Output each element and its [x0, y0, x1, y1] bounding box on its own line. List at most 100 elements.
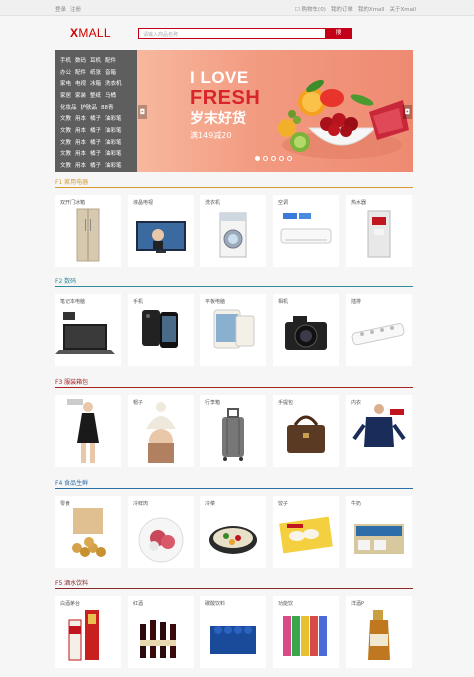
logo-rest: MALL [78, 26, 111, 40]
category-link[interactable]: 整纸 [90, 91, 101, 99]
product-card[interactable]: 双开门冰箱 [55, 195, 121, 267]
category-link[interactable]: 油彩笔 [105, 126, 122, 134]
category-link[interactable]: 配件 [105, 56, 116, 64]
product-card[interactable]: 液晶电视 [128, 195, 194, 267]
category-link[interactable]: 橘子 [90, 149, 101, 157]
product-card[interactable]: 碳酸饮料 [200, 596, 266, 668]
product-card[interactable]: 手提包 [273, 395, 339, 467]
category-row: 文教 用本 橘子 油彩笔 [60, 112, 132, 124]
product-card[interactable]: 功能饮 [273, 596, 339, 668]
category-link[interactable]: 护肤品 [81, 103, 98, 111]
banner-next-button[interactable]: ◘ [403, 105, 412, 119]
floor-title: F2 数码 [55, 278, 77, 285]
category-link[interactable]: 用本 [75, 138, 86, 146]
product-card[interactable] [55, 395, 121, 467]
product-card[interactable]: 冷鲜肉 [128, 496, 194, 568]
product-card[interactable]: 红酒 [128, 596, 194, 668]
product-card[interactable]: 白酒茅台 [55, 596, 121, 668]
category-link[interactable]: 用本 [75, 114, 86, 122]
product-name: 功能饮 [278, 601, 294, 607]
category-link[interactable]: 文教 [60, 126, 71, 134]
category-link[interactable]: 办公 [60, 68, 71, 76]
product-card[interactable]: 饺子 [273, 496, 339, 568]
my-xmall-link[interactable]: 我的Xmall [358, 5, 385, 13]
product-card[interactable]: 手机 [128, 294, 194, 366]
product-card[interactable]: 空调 [273, 195, 339, 267]
category-link[interactable]: 化妆品 [60, 103, 77, 111]
product-name: 白酒茅台 [60, 601, 81, 607]
category-link[interactable]: 家居 [60, 91, 71, 99]
product-card[interactable]: 内衣 [346, 395, 412, 467]
category-link[interactable]: 电视 [75, 79, 86, 87]
category-row: 化妆品 护肤品 88青 [60, 101, 132, 113]
product-name: 热水器 [351, 200, 367, 206]
search-button[interactable]: 搜 [325, 28, 352, 39]
floor-title: F5 酒水饮料 [55, 580, 89, 587]
category-link[interactable]: 纸张 [90, 68, 101, 76]
category-link[interactable]: 文教 [60, 114, 71, 122]
banner-dot[interactable] [287, 156, 292, 161]
category-link[interactable]: 冰箱 [90, 79, 101, 87]
category-link[interactable]: 油彩笔 [105, 149, 122, 157]
product-card[interactable]: 热水器 [346, 195, 412, 267]
product-name: 手机 [133, 299, 144, 305]
product-card[interactable]: 插排 [346, 294, 412, 366]
banner-line-3: 岁末好货 [190, 111, 246, 127]
category-link[interactable]: 马桶 [105, 91, 116, 99]
product-card[interactable]: 零食 [55, 496, 121, 568]
category-link[interactable]: 橘子 [90, 126, 101, 134]
category-row: 文教 用本 橘子 油彩笔 [60, 136, 132, 148]
floor-title: F1 家用电器 [55, 179, 89, 186]
category-link[interactable]: 用本 [75, 161, 86, 169]
category-link[interactable]: 数码 [75, 56, 86, 64]
product-card[interactable]: 洋酒P [346, 596, 412, 668]
category-link[interactable]: 用本 [75, 126, 86, 134]
category-link[interactable]: 手机 [60, 56, 71, 64]
product-card[interactable]: 笔记本电脑 [55, 294, 121, 366]
product-name: 相机 [278, 299, 289, 305]
product-card[interactable]: 帽子 [128, 395, 194, 467]
category-link[interactable]: 文教 [60, 161, 71, 169]
category-link[interactable]: 配件 [75, 68, 86, 76]
product-card[interactable]: 相机 [273, 294, 339, 366]
register-link[interactable]: 注册 [70, 5, 81, 13]
product-card[interactable]: 行李箱 [200, 395, 266, 467]
category-link[interactable]: 橘子 [90, 138, 101, 146]
category-link[interactable]: 橘子 [90, 114, 101, 122]
about-link[interactable]: 关于Xmall [389, 5, 416, 13]
category-link[interactable]: 橘子 [90, 161, 101, 169]
search-input[interactable]: 请输入商品名称 [138, 28, 326, 39]
category-row: 家电 电视 冰箱 洗衣机 [60, 77, 132, 89]
category-link[interactable]: 家装 [75, 91, 86, 99]
product-card[interactable]: 冷菜 [200, 496, 266, 568]
category-row: 文教 用本 橘子 油彩笔 [60, 159, 132, 171]
category-link[interactable]: 油彩笔 [105, 138, 122, 146]
category-link[interactable]: 用本 [75, 149, 86, 157]
category-link[interactable]: 洗衣机 [105, 79, 122, 87]
promo-banner[interactable]: I LOVE FRESH 岁末好货 满149减20 ◘ ◘ [137, 50, 413, 172]
banner-dot[interactable] [255, 156, 260, 161]
category-link[interactable]: 88青 [101, 103, 114, 111]
cart-link[interactable]: ☐ 购物车(0) [295, 5, 326, 13]
banner-dot[interactable] [279, 156, 284, 161]
product-card[interactable]: 洗衣机 [200, 195, 266, 267]
banner-dot[interactable] [263, 156, 268, 161]
banner-pagination [255, 156, 292, 161]
login-link[interactable]: 登录 [55, 5, 66, 13]
category-link[interactable]: 油彩笔 [105, 114, 122, 122]
category-link[interactable]: 文教 [60, 149, 71, 157]
logo[interactable]: XMALL [70, 26, 111, 40]
category-link[interactable]: 文教 [60, 138, 71, 146]
product-card[interactable]: 牛奶 [346, 496, 412, 568]
banner-prev-button[interactable]: ◘ [138, 105, 147, 119]
category-link[interactable]: 耳机 [90, 56, 101, 64]
category-link[interactable]: 家电 [60, 79, 71, 87]
dress-icon [67, 399, 99, 463]
floor-title: F3 服装箱包 [55, 379, 89, 386]
banner-dot[interactable] [271, 156, 276, 161]
floor-divider [55, 488, 413, 489]
orders-link[interactable]: 我的订单 [331, 5, 353, 13]
category-link[interactable]: 音箱 [105, 68, 116, 76]
product-card[interactable]: 平板电脑 [200, 294, 266, 366]
category-link[interactable]: 油彩笔 [105, 161, 122, 169]
